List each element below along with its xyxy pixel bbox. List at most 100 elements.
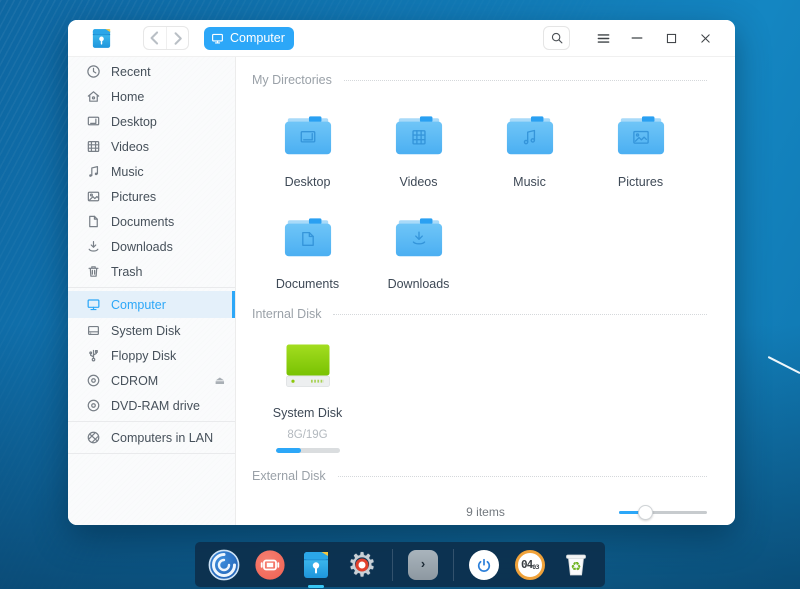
music-folder-icon [505,115,555,162]
disc-icon [86,398,101,413]
main-content: My Directories Desktop Videos Music Pict… [236,57,735,525]
dock: ⚙ › 0403 ♻ [195,542,605,587]
folder-documents[interactable]: Documents [252,217,363,291]
section-divider [333,314,707,315]
downloads-folder-icon [394,217,444,264]
svg-text:♻: ♻ [571,559,582,573]
tile-label: Desktop [285,175,331,189]
folder-desktop[interactable]: Desktop [252,115,363,189]
sidebar-item-recent[interactable]: Recent [68,59,235,84]
sidebar-item-trash[interactable]: Trash [68,259,235,284]
folder-downloads[interactable]: Downloads [363,217,474,291]
tile-grid: System Disk8G/19G [236,321,735,453]
sidebar-item-music[interactable]: Music [68,159,235,184]
music-icon [86,164,101,179]
computer-icon [86,297,101,312]
maximize-icon [665,32,678,45]
sidebar-item-computers-in-lan[interactable]: Computers in LAN [68,425,235,450]
search-icon [550,31,564,45]
folder-videos[interactable]: Videos [363,115,474,189]
minimize-button[interactable] [620,25,654,51]
tile-label: System Disk [273,406,342,420]
sidebar-item-label: Music [111,165,144,179]
sidebar-item-label: Recent [111,65,151,79]
network-icon [86,430,101,445]
navigation-buttons [143,26,189,50]
documents-folder-icon [283,217,333,264]
dock-separator [392,549,393,581]
dock-file-manager-icon[interactable] [300,549,332,581]
chevron-right-icon [167,28,188,49]
floppy-icon [86,348,101,363]
tile-label: Downloads [388,277,450,291]
dock-control-center-icon[interactable]: ⚙ [346,549,378,581]
disk-usage-bar [276,448,340,453]
disk-usage-fill [276,448,302,453]
dock-launcher-icon[interactable] [208,549,240,581]
file-view[interactable]: My Directories Desktop Videos Music Pict… [236,57,735,499]
slider-handle[interactable] [638,505,653,520]
sidebar-item-videos[interactable]: Videos [68,134,235,159]
dock-terminal-icon[interactable]: › [407,549,439,581]
titlebar[interactable]: Computer [68,20,735,57]
drive-system-disk[interactable]: System Disk8G/19G [252,343,363,453]
sidebar-item-dvd-ram-drive[interactable]: DVD-RAM drive [68,393,235,418]
sidebar-item-downloads[interactable]: Downloads [68,234,235,259]
section-divider [338,476,707,477]
sidebar-item-label: Trash [111,265,143,279]
menu-icon [596,31,611,46]
sidebar-item-cdrom[interactable]: CDROM⏏ [68,368,235,393]
folder-pictures[interactable]: Pictures [585,115,696,189]
desktop-icon [86,114,101,129]
icon-size-slider[interactable] [619,504,707,520]
sidebar-item-documents[interactable]: Documents [68,209,235,234]
sidebar-item-computer[interactable]: Computer [68,291,235,318]
forward-button[interactable] [166,27,188,49]
system-disk-icon [86,323,101,338]
status-bar: 9 items [236,499,735,525]
menu-button[interactable] [586,25,620,51]
sidebar-item-home[interactable]: Home [68,84,235,109]
gear-ring [356,558,369,571]
file-manager-icon [90,27,113,50]
dock-clock-icon[interactable]: 0403 [514,549,546,581]
section-divider [344,80,707,81]
sidebar-item-system-disk[interactable]: System Disk [68,318,235,343]
pictures-icon [86,189,101,204]
sidebar-item-label: Pictures [111,190,156,204]
breadcrumb-computer[interactable]: Computer [204,27,294,50]
sidebar-item-floppy-disk[interactable]: Floppy Disk [68,343,235,368]
videos-icon [86,139,101,154]
tile-label: Music [513,175,546,189]
section-header-external-disk: External Disk [252,469,707,483]
sidebar-item-desktop[interactable]: Desktop [68,109,235,134]
close-icon [699,32,712,45]
maximize-button[interactable] [654,25,688,51]
close-button[interactable] [688,25,722,51]
search-button[interactable] [543,26,570,50]
sidebar-item-label: Computer [111,298,166,312]
sidebar-item-label: System Disk [111,324,180,338]
sidebar-item-label: Home [111,90,144,104]
sidebar: Recent Home DesktopVideos Music Pictures Docu… [68,57,236,525]
sidebar-item-pictures[interactable]: Pictures [68,184,235,209]
desktop-wallpaper: Computer RecentHo [0,0,800,589]
dock-separator [453,549,454,581]
dock-movie-player-icon[interactable] [254,549,286,581]
back-button[interactable] [144,27,166,49]
chevron-left-icon [144,27,166,49]
dock-trash-icon[interactable]: ♻ [560,549,592,581]
sidebar-separator [68,287,235,288]
dock-shutdown-icon[interactable] [468,549,500,581]
sidebar-item-label: Floppy Disk [111,349,176,363]
section-title: Internal Disk [252,307,321,321]
section-header-internal-disk: Internal Disk [252,307,707,321]
folder-music[interactable]: Music [474,115,585,189]
disc-icon [86,373,101,388]
sidebar-item-label: Computers in LAN [111,431,213,445]
home-icon [86,89,101,104]
eject-icon[interactable]: ⏏ [215,374,225,387]
trash-icon [86,264,101,279]
section-title: External Disk [252,469,326,483]
tile-label: Videos [400,175,438,189]
